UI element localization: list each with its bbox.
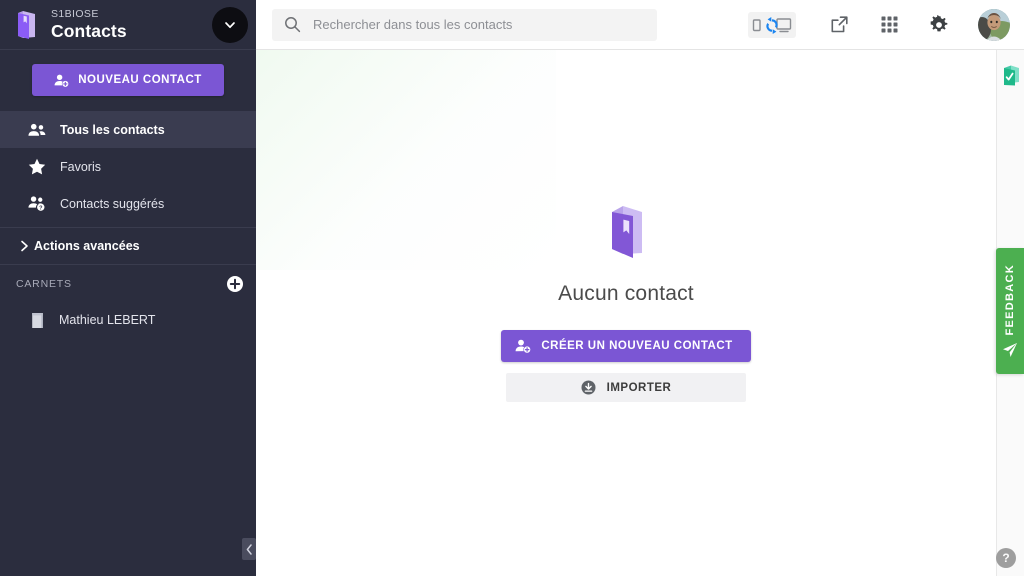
people-icon	[28, 122, 50, 138]
tasks-check-icon[interactable]	[1001, 64, 1021, 86]
people-suggested-icon: ?	[28, 195, 50, 212]
sidebar-nav: Tous les contacts Favoris ? Contacts sug…	[0, 111, 256, 337]
sidebar-book-label: Mathieu LEBERT	[59, 313, 156, 327]
help-button[interactable]: ?	[996, 548, 1016, 568]
top-bar	[256, 0, 1024, 50]
address-book-icon	[12, 10, 40, 40]
chevron-right-icon	[14, 240, 34, 252]
new-contact-label: NOUVEAU CONTACT	[78, 74, 202, 86]
sidebar-item-actions-avancees[interactable]: Actions avancées	[0, 228, 256, 265]
import-button[interactable]: IMPORTER	[506, 373, 746, 402]
sync-devices-icon[interactable]	[748, 11, 796, 38]
download-circle-icon	[581, 380, 596, 395]
page-title: Contacts	[51, 20, 127, 41]
chevron-down-icon[interactable]	[212, 7, 248, 43]
empty-state-title: Aucun contact	[558, 282, 694, 305]
sidebar-item-label: Contacts suggérés	[60, 196, 165, 211]
brand-subtitle: S1BIOSE	[51, 8, 99, 20]
sidebar-item-contacts-suggeres[interactable]: ? Contacts suggérés	[0, 185, 256, 222]
content-canvas: Aucun contact CRÉER UN NOUVEAU CONTACT I…	[256, 50, 1024, 576]
sidebar-item-label: Favoris	[60, 159, 101, 174]
new-contact-button-wrap: NOUVEAU CONTACT	[0, 50, 256, 111]
sidebar-brand: S1BIOSE Contacts	[0, 0, 256, 50]
help-label: ?	[1002, 551, 1010, 565]
person-add-icon	[54, 73, 69, 88]
sidebar-item-tous-les-contacts[interactable]: Tous les contacts	[0, 111, 256, 148]
sidebar-item-favoris[interactable]: Favoris	[0, 148, 256, 185]
apps-grid-icon[interactable]	[864, 6, 914, 44]
topbar-icons	[748, 6, 1010, 44]
import-label: IMPORTER	[606, 381, 672, 394]
sidebar-book-item[interactable]: Mathieu LEBERT	[0, 303, 256, 337]
feedback-tab[interactable]: FEEDBACK	[996, 248, 1024, 374]
sidebar-advanced-label: Actions avancées	[34, 239, 140, 253]
sidebar-section-carnets: CARNETS	[0, 265, 256, 303]
address-book-illustration	[602, 204, 650, 260]
feedback-label: FEEDBACK	[1004, 264, 1016, 336]
person-add-icon	[515, 338, 531, 354]
brand-text: S1BIOSE Contacts	[51, 9, 127, 40]
search-input[interactable]	[313, 17, 645, 32]
sidebar-collapse-handle[interactable]	[242, 538, 256, 560]
external-link-icon[interactable]	[814, 6, 864, 44]
sidebar-section-label: CARNETS	[16, 278, 72, 290]
create-new-contact-label: CRÉER UN NOUVEAU CONTACT	[541, 340, 733, 352]
search-icon	[284, 16, 301, 33]
sidebar-item-label: Tous les contacts	[60, 122, 165, 137]
address-book-small-icon	[30, 312, 50, 329]
contacts-app: S1BIOSE Contacts NOUVEAU CONTACT Tous le…	[0, 0, 1024, 576]
plus-circle-icon[interactable]	[226, 275, 244, 293]
search-box[interactable]	[272, 8, 657, 41]
new-contact-button[interactable]: NOUVEAU CONTACT	[32, 64, 224, 96]
empty-state: Aucun contact CRÉER UN NOUVEAU CONTACT I…	[256, 50, 996, 576]
star-icon	[28, 158, 50, 175]
sidebar: S1BIOSE Contacts NOUVEAU CONTACT Tous le…	[0, 0, 256, 576]
paper-plane-icon	[1002, 342, 1018, 358]
create-new-contact-button[interactable]: CRÉER UN NOUVEAU CONTACT	[501, 330, 751, 362]
main-area: Aucun contact CRÉER UN NOUVEAU CONTACT	[256, 0, 1024, 576]
avatar[interactable]	[978, 8, 1010, 41]
gear-icon[interactable]	[914, 6, 964, 44]
